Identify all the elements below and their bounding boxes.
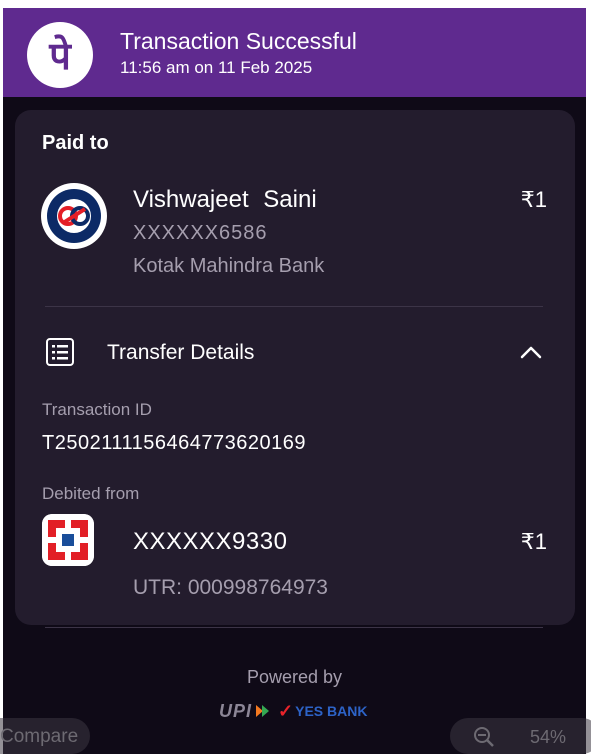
powered-by-label: Powered by — [246, 667, 343, 687]
phone-screen: पे Transaction Successful 11:56 am on 11… — [3, 8, 586, 754]
status-header: पे Transaction Successful 11:56 am on 11… — [3, 8, 586, 97]
partner-logos: UPI ✓ YES BANK — [219, 699, 367, 723]
footer-divider — [45, 627, 543, 628]
utr-number: UTR: 000998764973 — [133, 576, 328, 599]
yes-bank-logo: YES BANK — [295, 703, 368, 719]
transaction-timestamp: 11:56 am on 11 Feb 2025 — [120, 58, 313, 77]
transaction-id-label: Transaction ID — [42, 400, 152, 419]
upi-logo: UPI — [219, 700, 253, 721]
transaction-card: Paid to Vishwajeet Saini XXXXXX6586 Kota… — [15, 110, 575, 625]
transaction-status-title: Transaction Successful — [120, 28, 357, 54]
payee-account-number: XXXXXX6586 — [133, 222, 268, 244]
debit-account-number: XXXXXX9330 — [133, 528, 288, 555]
hdfc-bank-icon — [42, 514, 94, 566]
compare-label[interactable]: Compare — [0, 726, 78, 748]
payee-name: Vishwajeet Saini — [133, 186, 317, 213]
paid-to-label: Paid to — [42, 132, 109, 154]
receipt-list-icon — [45, 337, 75, 367]
transfer-details-toggle[interactable]: Transfer Details — [107, 341, 254, 365]
section-divider — [45, 306, 543, 307]
yes-bank-check-icon: ✓ — [278, 700, 294, 721]
upi-arrow-icon — [254, 703, 272, 719]
transaction-id-value: T2502111156464773620169 — [42, 432, 306, 454]
kotak-bank-icon — [41, 183, 107, 249]
debited-from-label: Debited from — [42, 484, 140, 503]
zoom-level: 54% — [530, 727, 567, 747]
paid-amount: ₹1 — [520, 187, 547, 212]
chevron-up-icon[interactable] — [516, 338, 546, 368]
zoom-out-icon[interactable] — [472, 725, 496, 749]
debit-amount: ₹1 — [520, 529, 547, 554]
phonepe-logo-icon: पे — [27, 22, 93, 88]
payee-bank-name: Kotak Mahindra Bank — [133, 255, 325, 277]
